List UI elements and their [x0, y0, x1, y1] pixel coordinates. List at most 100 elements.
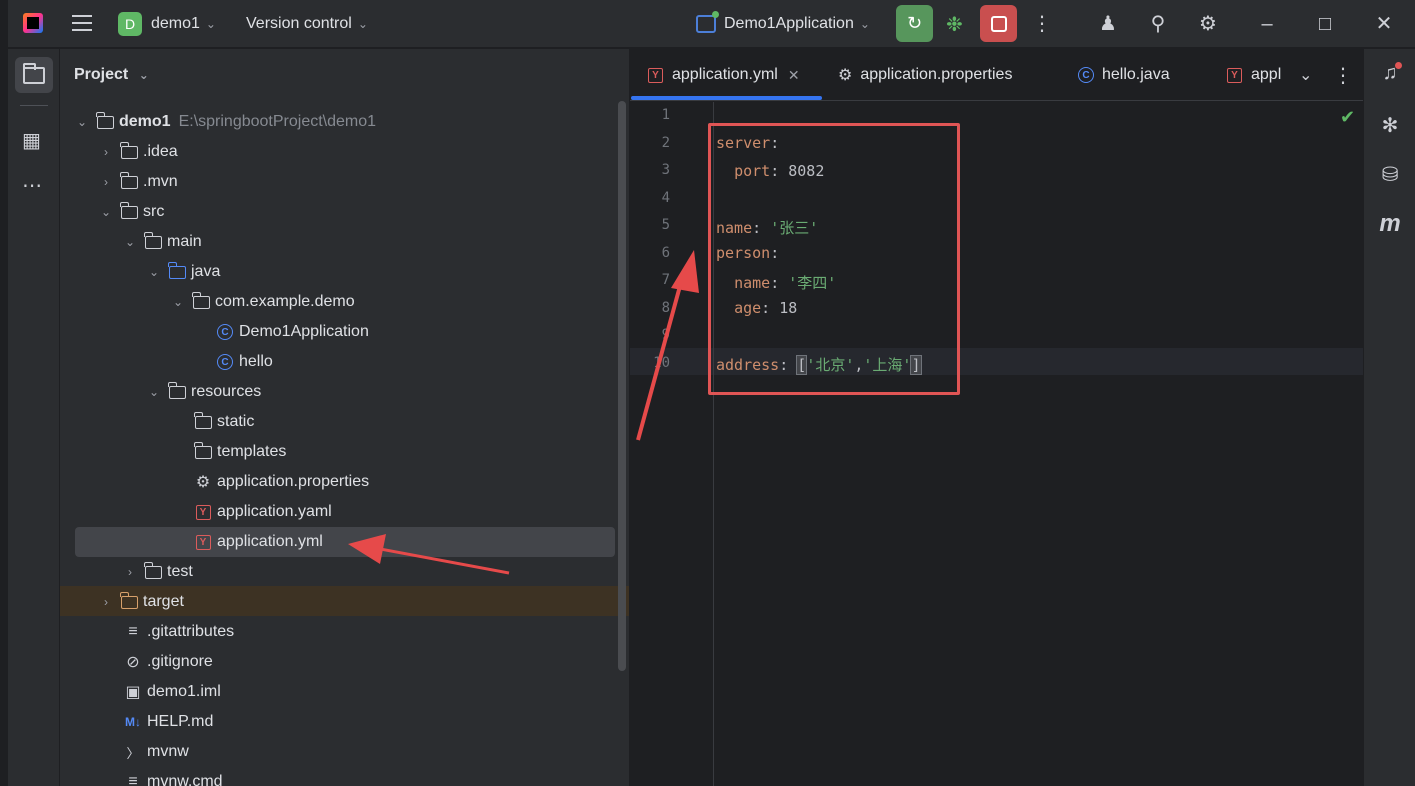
line-number: 8: [661, 300, 670, 316]
tree-item-label: HELP.md: [147, 713, 214, 730]
ai-assistant-icon[interactable]: ✻: [1364, 113, 1415, 138]
tree-item-label: static: [217, 413, 255, 430]
scrollbar[interactable]: [618, 101, 626, 671]
chevron-down-icon: ⌄: [357, 17, 368, 31]
tree-item-label: mvnw: [147, 743, 189, 760]
collapsed-arrow-icon[interactable]: ›: [122, 565, 138, 579]
line-number: 7: [661, 272, 670, 288]
no-problems-check-icon[interactable]: ✔: [1340, 107, 1355, 128]
search-icon[interactable]: ⚲: [1145, 12, 1171, 36]
tree-item-label: src: [143, 203, 165, 220]
tree-item-package[interactable]: ⌄ com.example.demo: [60, 287, 615, 317]
tree-item-label: test: [167, 563, 193, 580]
tab-list-chevron-icon[interactable]: ⌄: [1299, 49, 1312, 101]
line-number: 10: [653, 355, 670, 371]
add-user-icon[interactable]: ♟: [1095, 12, 1121, 36]
tree-item-static[interactable]: static: [60, 407, 615, 437]
stop-button[interactable]: [980, 5, 1017, 42]
tab-more-icon[interactable]: ⋮: [1333, 49, 1353, 101]
tree-item-gitignore[interactable]: ⊘ .gitignore: [60, 647, 615, 677]
expanded-arrow-icon[interactable]: ⌄: [146, 265, 162, 279]
tree-item-gitattributes[interactable]: ≡ .gitattributes: [60, 617, 615, 647]
line-gutter: 1 2 3 4 5 6 7 8 9 10: [630, 102, 714, 786]
yaml-icon: Y: [194, 534, 212, 550]
maximize-icon[interactable]: □: [1312, 12, 1338, 36]
tree-item-application-properties[interactable]: ⚙ application.properties: [60, 467, 615, 497]
settings-gear-icon[interactable]: ⚙: [1195, 12, 1221, 36]
tree-item-src[interactable]: ⌄ src: [60, 197, 615, 227]
divider: [20, 105, 48, 106]
markdown-icon: M↓: [125, 715, 141, 729]
folder-icon: [144, 561, 162, 580]
expanded-arrow-icon[interactable]: ⌄: [146, 385, 162, 399]
tree-item-resources[interactable]: ⌄ resources: [60, 377, 615, 407]
yaml-icon: Y: [1227, 67, 1242, 83]
rerun-button[interactable]: ↻: [896, 5, 933, 42]
tree-item-idea[interactable]: › .idea: [60, 137, 615, 167]
ignore-file-icon: ⊘: [126, 654, 140, 671]
minimize-icon[interactable]: –: [1254, 12, 1280, 36]
tab-application-properties[interactable]: ⚙ application.properties: [838, 49, 1012, 101]
tree-item-help-md[interactable]: M↓ HELP.md: [60, 707, 615, 737]
tree-item-demo1[interactable]: ⌄ demo1 E:\springbootProject\demo1: [60, 107, 615, 137]
tree-item-test[interactable]: › test: [60, 557, 615, 587]
close-tab-icon[interactable]: ✕: [788, 67, 800, 84]
more-actions-icon[interactable]: ⋮: [1029, 12, 1055, 36]
tree-item-hello[interactable]: C hello: [60, 347, 615, 377]
yaml-icon: Y: [648, 67, 663, 83]
maven-icon[interactable]: m: [1364, 210, 1415, 238]
more-tools-icon[interactable]: ⋯: [22, 173, 42, 198]
line-number: 3: [661, 162, 670, 178]
folder-icon: [144, 231, 162, 250]
text-file-icon: ≡: [128, 623, 138, 640]
collapsed-arrow-icon[interactable]: ›: [98, 145, 114, 159]
tree-item-main[interactable]: ⌄ main: [60, 227, 615, 257]
collapsed-arrow-icon[interactable]: ›: [98, 175, 114, 189]
tree-item-mvnw[interactable]: 〉 mvnw: [60, 737, 615, 767]
expanded-arrow-icon[interactable]: ⌄: [74, 115, 90, 129]
tab-hello-java[interactable]: C hello.java: [1078, 49, 1170, 101]
tab-appl[interactable]: Y appl: [1227, 49, 1281, 101]
expanded-arrow-icon[interactable]: ⌄: [98, 205, 114, 219]
tree-item-mvnw-cmd[interactable]: ≡ mvnw.cmd: [60, 767, 615, 786]
project-panel: Project ⌄ ⌄ demo1 E:\springbootProject\d…: [60, 49, 629, 786]
debug-icon[interactable]: ❉: [946, 12, 963, 37]
annotation-highlight-box: [708, 123, 960, 395]
tree-item-templates[interactable]: templates: [60, 437, 615, 467]
notifications-bell-icon[interactable]: ♫: [1364, 62, 1415, 85]
tree-item-application-yaml[interactable]: Y application.yaml: [60, 497, 615, 527]
yaml-icon: Y: [194, 504, 212, 520]
expanded-arrow-icon[interactable]: ⌄: [122, 235, 138, 249]
tree-item-java[interactable]: ⌄ java: [60, 257, 615, 287]
project-badge: D: [118, 12, 142, 36]
project-path: E:\springbootProject\demo1: [178, 113, 377, 130]
text-file-icon: ≡: [128, 773, 138, 786]
tab-label: application.properties: [860, 66, 1013, 83]
tree-item-target[interactable]: › target: [60, 587, 615, 617]
main-menu-icon[interactable]: [72, 15, 92, 31]
tree-item-label: java: [191, 263, 221, 280]
structure-icon[interactable]: ▦: [22, 128, 41, 153]
close-icon[interactable]: ✕: [1371, 12, 1397, 36]
version-control-menu[interactable]: Version control ⌄: [246, 0, 368, 48]
line-number: 1: [661, 107, 670, 123]
project-tool-button[interactable]: [15, 57, 53, 93]
collapsed-arrow-icon[interactable]: ›: [98, 595, 114, 609]
line-number: 2: [661, 135, 670, 151]
database-icon[interactable]: ⛁: [1364, 162, 1415, 187]
tree-item-iml[interactable]: ▣ demo1.iml: [60, 677, 615, 707]
run-config-selector[interactable]: Demo1Application ⌄: [696, 0, 870, 48]
expanded-arrow-icon[interactable]: ⌄: [170, 295, 186, 309]
tree-item-label: demo1: [119, 113, 171, 130]
folder-icon: [194, 441, 212, 460]
tree-item-label: resources: [191, 383, 262, 400]
right-tool-strip: ♫ ✻ ⛁ m: [1363, 49, 1415, 786]
project-panel-title[interactable]: Project ⌄: [74, 66, 149, 84]
tree-item-label: application.yaml: [217, 503, 332, 520]
project-switcher[interactable]: D demo1 ⌄: [118, 0, 216, 48]
tree-item-demo1application[interactable]: C Demo1Application: [60, 317, 615, 347]
tree-item-application-yml[interactable]: Y application.yml: [60, 527, 615, 557]
tree-item-label: .mvn: [143, 173, 178, 190]
tab-application-yml[interactable]: Y application.yml ✕: [648, 49, 800, 101]
tree-item-mvn[interactable]: › .mvn: [60, 167, 615, 197]
